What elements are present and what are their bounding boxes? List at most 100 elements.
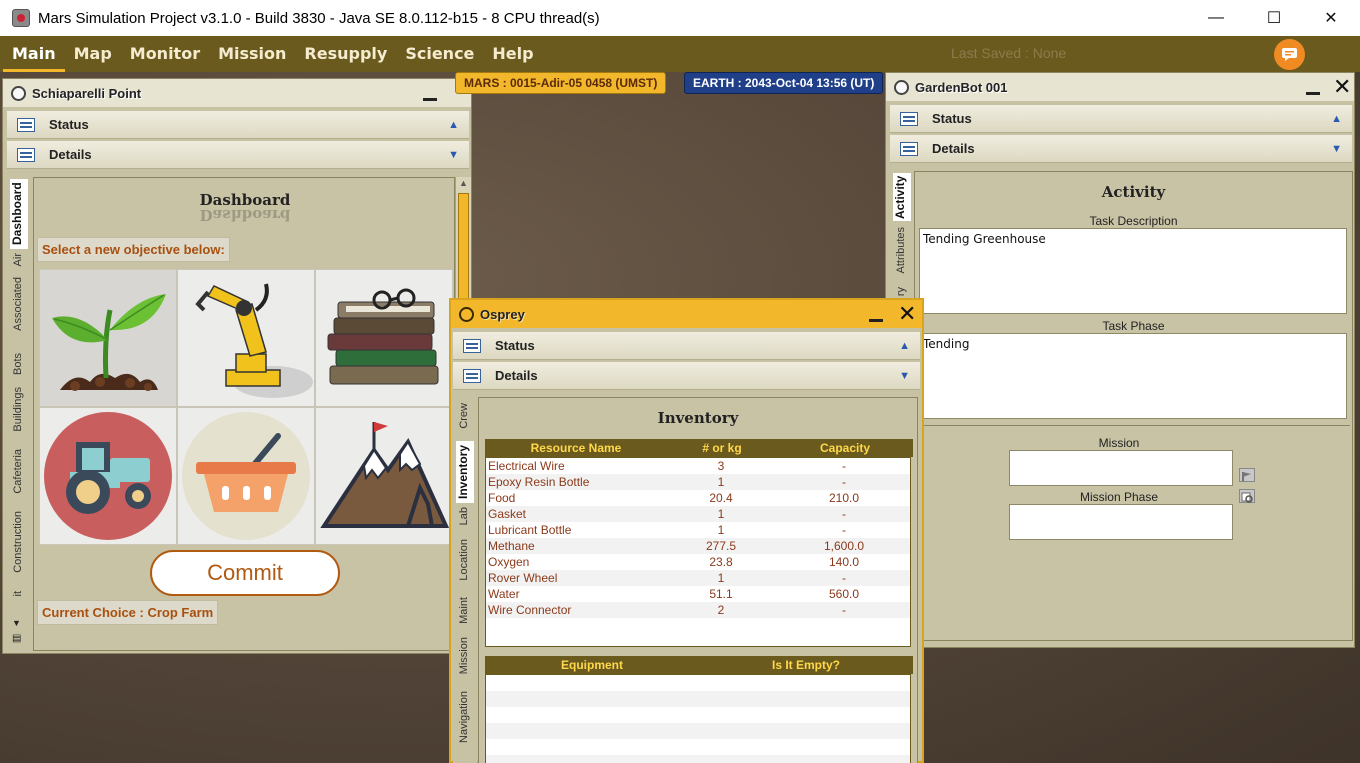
resource-name-cell: Epoxy Resin Bottle [488,475,590,489]
tab-mission[interactable]: Mission [458,637,470,674]
tourism-objective[interactable] [315,407,453,545]
list-icon [463,338,481,353]
column-capacity[interactable]: Capacity [777,439,913,457]
list-icon [17,147,35,162]
trade-objective[interactable] [177,407,315,545]
window-minimize-button[interactable] [423,83,437,101]
menu-main[interactable]: Main [3,36,65,72]
basket-icon [182,412,310,540]
commit-button[interactable]: Commit [150,550,340,596]
window-minimize-button[interactable] [1306,77,1320,95]
list-icon [17,117,35,132]
scroll-up-icon[interactable]: ▲ [459,178,468,188]
gardenbot-window-header[interactable]: GardenBot 001 ✕ [886,73,1354,101]
tab-associated[interactable]: Associated [12,277,24,331]
details-section-label: Details [49,147,92,162]
tab-maint[interactable]: Maint [458,597,470,624]
manufacturing-objective[interactable] [177,269,315,407]
mission-field[interactable] [1009,450,1233,486]
tab-navigation[interactable]: Navigation [458,691,470,743]
status-section[interactable]: Status ▲ [890,105,1352,133]
column-resource-name[interactable]: Resource Name [485,439,667,457]
window-circle-icon [11,85,26,101]
tractor-icon [44,412,172,540]
details-section[interactable]: Details ▼ [453,362,920,390]
table-row[interactable]: Gasket 1 - [486,506,910,522]
status-section-label: Status [932,111,972,126]
maximize-button[interactable]: ☐ [1245,0,1303,36]
table-row[interactable]: Oxygen 23.8 140.0 [486,554,910,570]
minimize-button[interactable]: — [1187,0,1245,36]
mission-phase-field[interactable] [1009,504,1233,540]
tab-overflow[interactable]: ry [895,287,907,296]
tab-scroll-down-icon[interactable]: ▼ [12,618,21,628]
crop-farm-objective[interactable] [39,269,177,407]
tab-cafeteria[interactable]: Cafeteria [12,449,24,494]
menu-science[interactable]: Science [396,36,483,72]
amount-cell: 1 [717,523,725,537]
table-row[interactable]: Epoxy Resin Bottle 1 - [486,474,910,490]
dashboard-panel: Dashboard Dashboard Select a new objecti… [33,177,455,651]
resource-table[interactable]: Electrical Wire 3- Epoxy Resin Bottle 1- Foo… [485,457,911,647]
tab-location[interactable]: Location [458,539,470,581]
capacity-cell: 140.0 [828,555,860,569]
table-row[interactable]: Lubricant Bottle 1 - [486,522,910,538]
research-objective[interactable] [315,269,453,407]
tab-list-icon[interactable]: ▤ [12,633,21,644]
tab-construction[interactable]: Construction [12,511,24,573]
table-row[interactable]: Water 51.1 560.0 [486,586,910,602]
menu-map[interactable]: Map [65,36,121,72]
status-section[interactable]: Status ▲ [7,111,469,139]
column-amount[interactable]: # or kg [667,439,777,457]
osprey-window-header[interactable]: Osprey ✕ [451,300,922,328]
resource-name-cell: Gasket [488,507,527,521]
amount-cell: 20.4 [709,491,733,505]
details-section[interactable]: Details ▼ [890,135,1352,163]
task-phase-field[interactable]: Tending [919,333,1347,419]
menu-resupply[interactable]: Resupply [295,36,396,72]
column-equipment[interactable]: Equipment [485,656,699,674]
mission-monitor-icon[interactable] [1239,489,1255,503]
window-close-button[interactable]: ✕ [898,301,916,327]
window-circle-icon [894,79,909,95]
tab-bots[interactable]: Bots [12,353,24,375]
tab-dashboard[interactable]: Dashboard [10,179,28,249]
details-section-label: Details [495,368,538,383]
tab-activity[interactable]: Activity [893,173,911,221]
books-icon [327,288,439,385]
tab-overflow[interactable]: it [12,591,24,597]
task-description-field[interactable]: Tending Greenhouse [919,228,1347,314]
table-row[interactable]: Food 20.4 210.0 [486,490,910,506]
details-section[interactable]: Details ▼ [7,141,469,169]
close-button[interactable]: ✕ [1302,0,1360,36]
current-choice-label: Current Choice : Crop Farm [37,600,219,625]
table-row[interactable]: Wire Connector 2 - [486,602,910,618]
menu-help[interactable]: Help [483,36,542,72]
expand-up-icon: ▲ [899,339,910,352]
table-row[interactable]: Electrical Wire 3 - [486,458,910,474]
mission-flag-icon[interactable] [1239,468,1255,482]
settlement-window-header[interactable]: Schiaparelli Point [3,79,471,107]
transportation-objective[interactable] [39,407,177,545]
table-row[interactable]: Methane 277.5 1,600.0 [486,538,910,554]
tab-air[interactable]: Air [12,253,24,266]
column-is-empty[interactable]: Is It Empty? [699,656,913,674]
menu-mission[interactable]: Mission [209,36,295,72]
equipment-table[interactable] [485,674,911,763]
robot-arm-icon [195,283,313,398]
task-description-label: Task Description [1089,214,1178,228]
amount-cell: 2 [717,603,725,617]
menu-monitor[interactable]: Monitor [121,36,209,72]
window-minimize-button[interactable] [869,304,883,322]
tab-buildings[interactable]: Buildings [12,387,24,432]
status-section[interactable]: Status ▲ [453,332,920,360]
tab-inventory[interactable]: Inventory [456,441,474,503]
gardenbot-window-title: GardenBot 001 [915,79,1008,95]
window-close-button[interactable]: ✕ [1333,74,1351,100]
tab-crew[interactable]: Crew [458,403,470,429]
tab-attributes[interactable]: Attributes [895,227,907,273]
osprey-tabs: Crew Inventory Lab Location Maint Missio… [453,397,477,763]
tab-lab[interactable]: Lab [458,507,470,525]
chat-bubble-icon[interactable] [1274,39,1305,70]
table-row[interactable]: Rover Wheel 1 - [486,570,910,586]
